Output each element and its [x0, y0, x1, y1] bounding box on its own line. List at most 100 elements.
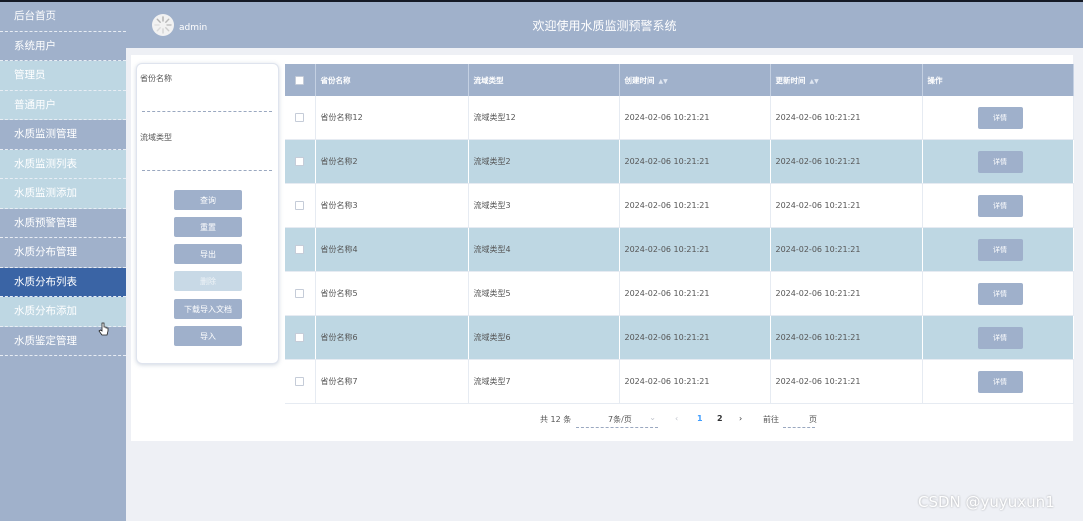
row-select-cell — [285, 359, 316, 404]
goto-suffix: 页 — [809, 415, 817, 424]
sidebar-item[interactable]: 水质分布管理 — [0, 238, 126, 268]
column-header-actions: 操作 — [922, 64, 1074, 96]
province-cell: 省份名称12 — [315, 96, 469, 140]
updated-time-cell: 2024-02-06 10:21:21 — [770, 315, 923, 360]
detail-button[interactable]: 详情 — [977, 326, 1023, 349]
actions-cell: 详情 — [922, 271, 1074, 316]
province-field-label: 省份名称 — [140, 74, 172, 83]
select-all-cell — [285, 64, 316, 96]
sort-icon[interactable]: ▲▼ — [659, 78, 668, 85]
column-header-basin: 流域类型 — [468, 64, 620, 96]
detail-button[interactable]: 详情 — [977, 194, 1023, 217]
column-header-updated[interactable]: 更新时间 ▲▼ — [770, 64, 923, 96]
sidebar-item[interactable]: 水质监测管理 — [0, 120, 126, 150]
sidebar-item[interactable]: 管理员 — [0, 61, 126, 91]
table-row: 省份名称12 流域类型12 2024-02-06 10:21:21 2024-02-0… — [285, 96, 1074, 140]
created-time-cell: 2024-02-06 10:21:21 — [619, 271, 771, 316]
page-size-select[interactable]: 7条/页 ⌄ — [576, 413, 658, 428]
detail-button[interactable]: 详情 — [977, 238, 1023, 261]
actions-cell: 详情 — [922, 183, 1074, 228]
created-time-cell: 2024-02-06 10:21:21 — [619, 96, 771, 140]
page-title: 欢迎使用水质监测预警系统 — [532, 19, 677, 33]
updated-time-cell: 2024-02-06 10:21:21 — [770, 139, 923, 184]
basin-cell: 流域类型12 — [468, 96, 620, 140]
column-header-created[interactable]: 创建时间 ▲▼ — [619, 64, 771, 96]
created-header-label: 创建时间 — [624, 75, 655, 85]
page-size-value: 7条/页 — [608, 415, 632, 424]
sidebar-item[interactable]: 水质分布列表 — [0, 267, 126, 297]
basin-cell: 流域类型3 — [468, 183, 620, 228]
province-cell: 省份名称7 — [315, 359, 469, 404]
reset-button[interactable]: 重置 — [174, 217, 242, 237]
basin-cell: 流域类型6 — [468, 315, 620, 360]
sidebar-item[interactable]: 水质预警管理 — [0, 208, 126, 238]
basin-type-input[interactable] — [142, 156, 272, 171]
row-select-cell — [285, 315, 316, 360]
detail-button[interactable]: 详情 — [977, 370, 1023, 393]
table-row: 省份名称6 流域类型6 2024-02-06 10:21:21 2024-02-06 … — [285, 315, 1074, 360]
row-checkbox[interactable] — [295, 333, 305, 342]
row-checkbox[interactable] — [295, 289, 305, 298]
csdn-watermark: CSDN @yuyuxun1 — [918, 493, 1055, 511]
province-cell: 省份名称4 — [315, 227, 469, 272]
actions-cell: 详情 — [922, 227, 1074, 272]
actions-cell: 详情 — [922, 139, 1074, 184]
chevron-down-icon: ⌄ — [649, 413, 656, 422]
row-select-cell — [285, 183, 316, 228]
updated-header-label: 更新时间 — [775, 75, 806, 85]
row-checkbox[interactable] — [295, 113, 305, 122]
query-button[interactable]: 查询 — [174, 190, 242, 210]
updated-time-cell: 2024-02-06 10:21:21 — [770, 227, 923, 272]
goto-label: 前往 — [763, 415, 779, 424]
water-distribution-table: 省份名称 流域类型 创建时间 ▲▼ 更新时间 ▲▼ 操作 省份名称12 流域类型12 2… — [285, 64, 1074, 404]
detail-button[interactable]: 详情 — [977, 150, 1023, 173]
prev-page-button[interactable]: ‹ — [675, 414, 678, 423]
download-import-template-button[interactable]: 下载导入文档 — [174, 299, 242, 319]
sidebar-item[interactable]: 水质监测添加 — [0, 179, 126, 209]
actions-cell: 详情 — [922, 315, 1074, 360]
table-row: 省份名称4 流域类型4 2024-02-06 10:21:21 2024-02-06 … — [285, 227, 1074, 272]
row-select-cell — [285, 227, 316, 272]
updated-time-cell: 2024-02-06 10:21:21 — [770, 271, 923, 316]
actions-cell: 详情 — [922, 96, 1074, 140]
sidebar-item[interactable]: 水质监测列表 — [0, 149, 126, 179]
next-page-button[interactable]: › — [739, 414, 742, 423]
sidebar-item[interactable]: 后台首页 — [0, 2, 126, 32]
row-select-cell — [285, 96, 316, 140]
row-checkbox[interactable] — [295, 157, 305, 166]
row-select-cell — [285, 271, 316, 316]
table-row: 省份名称5 流域类型5 2024-02-06 10:21:21 2024-02-06 … — [285, 271, 1074, 316]
import-button[interactable]: 导入 — [174, 326, 242, 346]
hand-pointer-cursor-icon — [98, 322, 109, 336]
detail-button[interactable]: 详情 — [977, 282, 1023, 305]
table-row: 省份名称7 流域类型7 2024-02-06 10:21:21 2024-02-06 … — [285, 359, 1074, 404]
pagination-total: 共 12 条 — [540, 415, 572, 424]
detail-button[interactable]: 详情 — [977, 106, 1023, 129]
province-cell: 省份名称5 — [315, 271, 469, 316]
sort-icon[interactable]: ▲▼ — [810, 78, 819, 85]
updated-time-cell: 2024-02-06 10:21:21 — [770, 359, 923, 404]
table-header-row: 省份名称 流域类型 创建时间 ▲▼ 更新时间 ▲▼ 操作 — [285, 64, 1074, 96]
sidebar-item[interactable]: 系统用户 — [0, 31, 126, 61]
updated-time-cell: 2024-02-06 10:21:21 — [770, 183, 923, 228]
province-name-input[interactable] — [142, 97, 272, 112]
table-row: 省份名称2 流域类型2 2024-02-06 10:21:21 2024-02-06 … — [285, 139, 1074, 184]
created-time-cell: 2024-02-06 10:21:21 — [619, 315, 771, 360]
province-cell: 省份名称6 — [315, 315, 469, 360]
row-checkbox[interactable] — [295, 201, 305, 210]
top-header: admin 欢迎使用水质监测预警系统 — [126, 2, 1083, 48]
created-time-cell: 2024-02-06 10:21:21 — [619, 139, 771, 184]
page-number-1[interactable]: 1 — [697, 414, 703, 423]
export-button[interactable]: 导出 — [174, 244, 242, 264]
updated-time-cell: 2024-02-06 10:21:21 — [770, 96, 923, 140]
table-row: 省份名称3 流域类型3 2024-02-06 10:21:21 2024-02-06 … — [285, 183, 1074, 228]
search-form-card: 省份名称 流域类型 查询 重置 导出 删除 下载导入文档 导入 — [136, 63, 279, 364]
row-checkbox[interactable] — [295, 245, 305, 254]
delete-button[interactable]: 删除 — [174, 271, 242, 291]
basin-cell: 流域类型5 — [468, 271, 620, 316]
select-all-checkbox[interactable] — [295, 75, 305, 85]
row-checkbox[interactable] — [295, 377, 305, 386]
sidebar-item[interactable]: 普通用户 — [0, 90, 126, 120]
created-time-cell: 2024-02-06 10:21:21 — [619, 183, 771, 228]
page-number-2[interactable]: 2 — [717, 414, 723, 423]
